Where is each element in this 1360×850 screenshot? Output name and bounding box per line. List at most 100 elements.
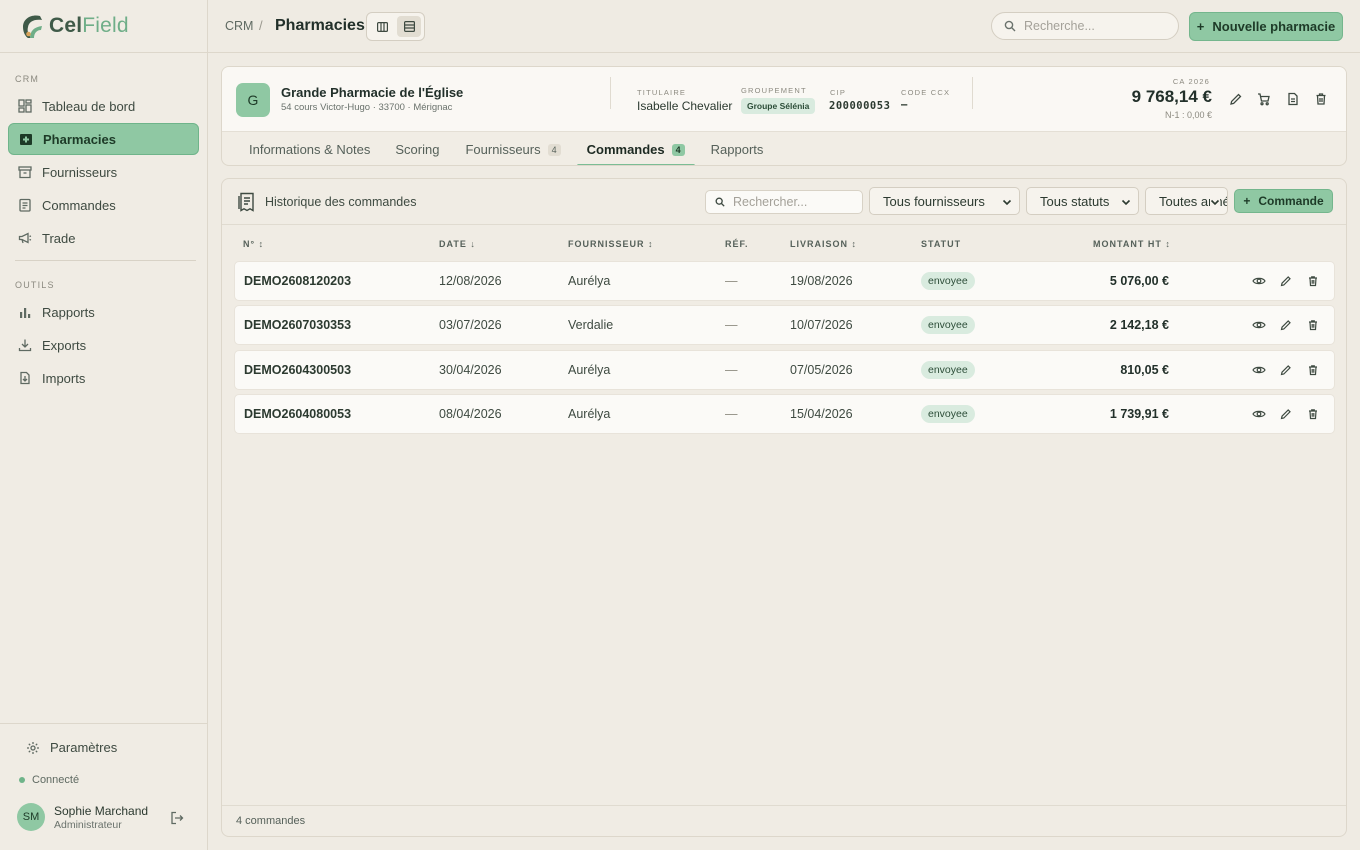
breadcrumb-separator: /	[259, 18, 263, 33]
orders-toolbar: Historique des commandes Tous fournisseu…	[222, 179, 1346, 225]
edit-icon[interactable]	[1279, 407, 1293, 421]
column-date[interactable]: DATE ↓	[439, 239, 476, 249]
column-status: STATUT	[921, 239, 962, 249]
orders-count: 4 commandes	[236, 815, 306, 827]
order-supplier: Aurélya	[568, 274, 611, 288]
order-number[interactable]: DEMO2604300503	[244, 363, 351, 377]
titulaire-value: Isabelle Chevalier	[637, 99, 733, 113]
orders-panel: Historique des commandes Tous fournisseu…	[221, 178, 1347, 837]
trash-icon[interactable]	[1306, 407, 1320, 421]
column-number[interactable]: N° ↕	[243, 239, 264, 249]
tab-label: Commandes	[586, 142, 665, 157]
status-badge: envoyee	[921, 272, 975, 290]
view-toggle	[366, 12, 425, 41]
order-delivery: 15/04/2026	[790, 406, 853, 421]
sidebar-item-trade[interactable]: Trade	[8, 222, 199, 254]
column-amount[interactable]: MONTANT HT ↕	[1093, 239, 1171, 249]
supplier-filter-select[interactable]: Tous fournisseurs	[869, 187, 1020, 215]
bar-chart-icon	[20, 308, 31, 318]
pharmacy-card: G Grande Pharmacie de l'Église 54 cours …	[221, 66, 1347, 166]
order-ref: —	[725, 318, 738, 333]
orders-search[interactable]	[705, 190, 863, 214]
tab-count-badge: 4	[671, 143, 685, 156]
tab-reports[interactable]: Rapports	[698, 132, 777, 165]
sidebar-item-orders[interactable]: Commandes	[8, 189, 199, 221]
user-name: Sophie Marchand	[54, 803, 149, 818]
celfield-logo-icon	[23, 15, 42, 38]
view-icon[interactable]	[1252, 363, 1266, 377]
edit-icon[interactable]	[1279, 363, 1293, 377]
breadcrumb-crm[interactable]: CRM	[225, 19, 253, 33]
year-filter-select[interactable]: Toutes années	[1145, 187, 1228, 215]
table-row[interactable]: DEMO2604080053 08/04/2026 Aurélya — 15/0…	[234, 393, 1335, 434]
status-text: Connecté	[32, 774, 80, 786]
order-number[interactable]: DEMO2608120203	[244, 274, 351, 288]
logo[interactable]: CelField	[0, 0, 207, 53]
status-filter-select[interactable]: Tous statuts	[1026, 187, 1139, 215]
trash-icon[interactable]	[1306, 274, 1320, 288]
global-search[interactable]	[991, 12, 1179, 40]
order-number[interactable]: DEMO2604080053	[244, 407, 351, 421]
sidebar-item-suppliers[interactable]: Fournisseurs	[8, 156, 199, 188]
tab-suppliers[interactable]: Fournisseurs 4	[452, 132, 573, 165]
sidebar-item-imports[interactable]: Imports	[8, 362, 199, 394]
chevron-down-icon	[1210, 197, 1220, 207]
new-pharmacy-button[interactable]: + Nouvelle pharmacie	[1189, 12, 1343, 41]
ca-label: CA 2026	[1172, 77, 1210, 86]
document-icon[interactable]	[1285, 91, 1301, 107]
supplier-filter-value: Tous fournisseurs	[883, 193, 985, 209]
order-amount: 2 142,18 €	[1109, 318, 1169, 333]
order-date: 03/07/2026	[439, 318, 502, 333]
receipt-icon	[238, 192, 254, 212]
order-date: 12/08/2026	[439, 274, 502, 288]
edit-icon[interactable]	[1279, 318, 1293, 332]
orders-search-input[interactable]	[733, 195, 853, 209]
view-icon[interactable]	[1252, 318, 1266, 332]
edit-icon[interactable]	[1228, 91, 1244, 107]
column-delivery[interactable]: LIVRAISON ↕	[790, 239, 857, 249]
tab-informations[interactable]: Informations & Notes	[236, 132, 383, 165]
table-row[interactable]: DEMO2607030353 03/07/2026 Verdalie — 10/…	[234, 305, 1335, 346]
sidebar-item-dashboard[interactable]: Tableau de bord	[8, 90, 199, 122]
pharmacy-header: G Grande Pharmacie de l'Église 54 cours …	[222, 67, 1346, 132]
add-order-button[interactable]: + Commande	[1234, 189, 1333, 213]
status-badge: envoyee	[921, 316, 975, 335]
sidebar-item-exports[interactable]: Exports	[8, 329, 199, 361]
sidebar-item-pharmacies[interactable]: Pharmacies	[8, 123, 199, 155]
sidebar: CelField CRM Tableau de bord Pharmacies …	[0, 0, 208, 850]
edit-icon[interactable]	[1279, 274, 1293, 288]
cart-icon[interactable]	[1256, 91, 1272, 107]
tab-orders[interactable]: Commandes 4	[574, 132, 698, 165]
trash-icon[interactable]	[1306, 318, 1320, 332]
settings-link[interactable]: Paramètres	[26, 740, 117, 755]
column-ref: RÉF.	[725, 239, 749, 249]
nav-section-crm: CRM	[15, 74, 40, 84]
logout-icon[interactable]	[170, 811, 184, 825]
column-supplier[interactable]: FOURNISSEUR ↕	[568, 239, 654, 249]
view-icon[interactable]	[1252, 407, 1266, 421]
card-view-button[interactable]	[370, 16, 394, 37]
pharmacy-avatar: G	[236, 83, 270, 117]
plus-icon: +	[1243, 194, 1251, 208]
pharmacy-address: 54 cours Victor-Hugo · 33700 · Mérignac	[281, 102, 453, 113]
table-header: N° ↕ DATE ↓ FOURNISSEUR ↕ RÉF. LIVRAISON…	[222, 225, 1346, 261]
tab-scoring[interactable]: Scoring	[382, 132, 452, 165]
view-icon[interactable]	[1252, 274, 1266, 288]
order-number[interactable]: DEMO2607030353	[244, 318, 351, 332]
orders-title: Historique des commandes	[265, 195, 417, 209]
rows-icon	[403, 21, 415, 32]
trash-icon[interactable]	[1306, 363, 1320, 377]
search-input[interactable]	[1024, 19, 1164, 33]
tab-label: Scoring	[395, 142, 440, 157]
status-dot	[19, 777, 25, 783]
order-supplier: Aurélya	[568, 406, 611, 421]
table-row[interactable]: DEMO2608120203 12/08/2026 Aurélya — 19/0…	[234, 261, 1335, 301]
order-supplier: Verdalie	[568, 318, 614, 333]
detail-view-button[interactable]	[397, 16, 421, 37]
chevron-down-icon	[1121, 197, 1131, 207]
sidebar-item-reports[interactable]: Rapports	[8, 296, 199, 328]
table-row[interactable]: DEMO2604300503 30/04/2026 Aurélya — 07/0…	[234, 349, 1335, 390]
tab-label: Rapports	[710, 142, 764, 157]
pharmacy-icon	[20, 134, 32, 145]
trash-icon[interactable]	[1313, 91, 1329, 107]
